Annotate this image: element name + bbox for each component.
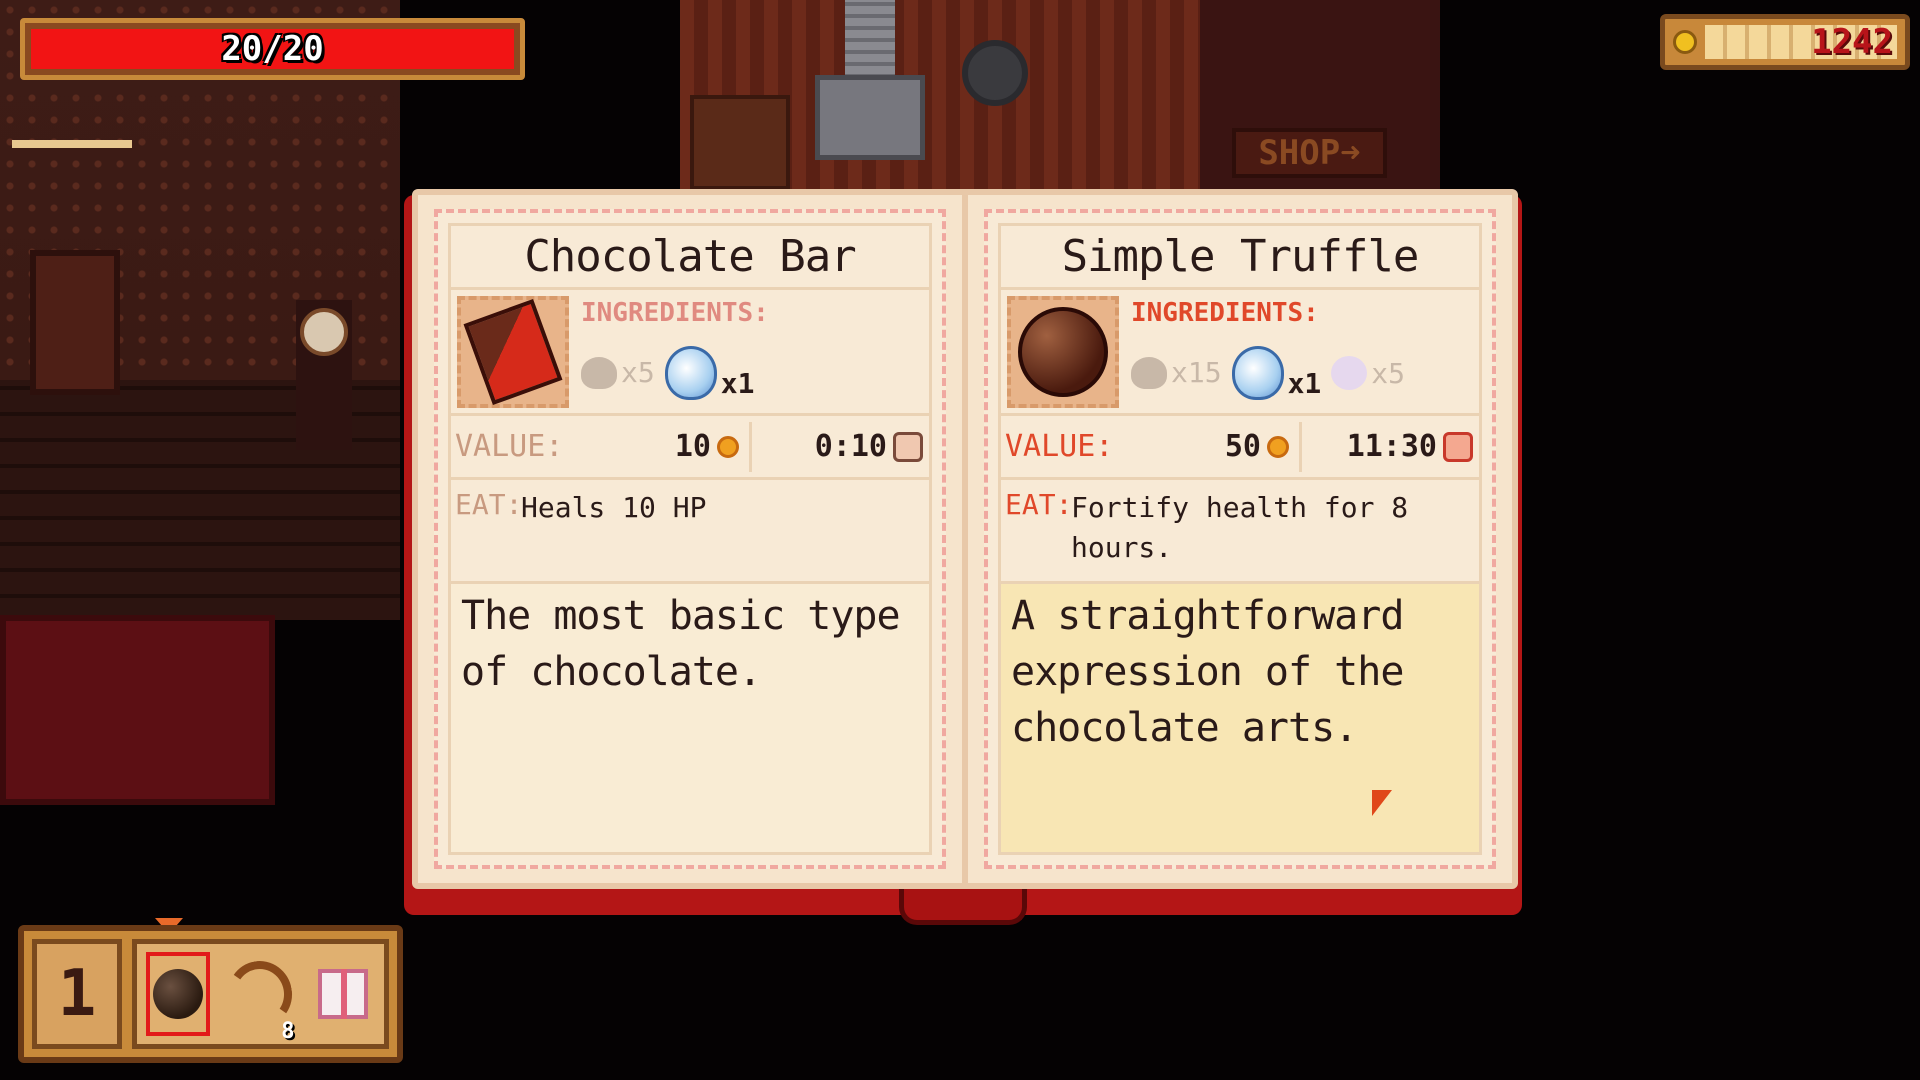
- recipe-book: Chocolate Bar INGREDIENTS: x5 x1 VALUE: …: [404, 185, 1522, 925]
- coin-icon: [1673, 30, 1697, 54]
- hotbar-page-slot[interactable]: 1: [32, 939, 122, 1049]
- truffle-icon: [153, 969, 204, 1019]
- ingredient-qty: x15: [1171, 356, 1222, 389]
- money-display: 1242: [1705, 22, 1897, 62]
- cocoa-bean-icon: [581, 357, 617, 389]
- frying-pan: [962, 40, 1028, 106]
- hotbar: 1 8: [18, 925, 403, 1063]
- mouse-cursor-icon: [1372, 790, 1392, 816]
- ingredient-qty: x1: [1287, 366, 1322, 400]
- clock-face-icon: [300, 308, 348, 356]
- recipe-description: A straightforward expression of the choc…: [1001, 584, 1479, 852]
- shop-sign[interactable]: SHOP➜: [1232, 128, 1387, 178]
- hotbar-page-number: 1: [57, 957, 97, 1031]
- craft-time: 0:10: [814, 429, 887, 464]
- clock-icon: [893, 431, 923, 462]
- health-text: 20/20: [221, 29, 324, 69]
- eat-effect: Fortify health for 8 hours.: [1071, 491, 1409, 564]
- ingredient-cocoa-bean: x15: [1131, 356, 1222, 389]
- recipe-icon-frame: [1007, 296, 1119, 408]
- ingredient-pearl: x5: [1331, 355, 1406, 390]
- door: [30, 250, 120, 395]
- money-counter: 1242: [1660, 14, 1910, 70]
- recipe-description: The most basic type of chocolate.: [451, 584, 929, 852]
- hotbar-slot-gift[interactable]: [311, 952, 375, 1036]
- chocolate-bar-icon: [463, 298, 563, 406]
- coin-icon: [717, 435, 739, 458]
- value-amount: 10: [674, 429, 711, 464]
- eat-effect: Heals 10 HP: [521, 491, 707, 524]
- value-amount: 50: [1224, 429, 1261, 464]
- value-label: VALUE:: [455, 429, 564, 464]
- eat-label: EAT:: [455, 488, 523, 521]
- craft-time: 11:30: [1346, 429, 1437, 464]
- rug: [0, 615, 275, 805]
- ingredients-label: INGREDIENTS:: [581, 298, 769, 328]
- cocoa-bean-icon: [1131, 357, 1167, 389]
- recipe-title: Chocolate Bar: [451, 226, 929, 290]
- coin-icon: [1267, 435, 1289, 458]
- ingredient-qty: x5: [1371, 356, 1406, 390]
- item-count: 8: [281, 1019, 295, 1044]
- health-bar: 20/20: [20, 18, 525, 80]
- ingredient-milk: x1: [1231, 345, 1322, 400]
- hotbar-slot-truffle[interactable]: [146, 952, 211, 1036]
- kitchen-shelf: [690, 95, 790, 190]
- ingredient-milk: x1: [664, 345, 755, 400]
- value-label: VALUE:: [1005, 429, 1114, 464]
- ingredients-label: INGREDIENTS:: [1131, 298, 1319, 328]
- truffle-icon: [1018, 307, 1108, 397]
- pearl-icon: [1331, 355, 1368, 390]
- eat-label: EAT:: [1005, 488, 1073, 521]
- milk-bottle-icon: [664, 345, 717, 400]
- ingredient-cocoa-bean: x5: [581, 356, 655, 389]
- ingredient-qty: x1: [720, 366, 755, 400]
- hotbar-items: 8: [132, 939, 389, 1049]
- milk-bottle-icon: [1231, 345, 1284, 400]
- money-amount: 1242: [1811, 22, 1893, 62]
- gift-box-icon: [317, 969, 368, 1019]
- hotbar-slot-bow[interactable]: 8: [223, 952, 298, 1044]
- ingredient-qty: x5: [621, 356, 655, 389]
- clock-icon: [1443, 431, 1473, 462]
- recipe-page-right[interactable]: Simple Truffle INGREDIENTS: x15 x1 x5 VA…: [962, 189, 1518, 889]
- chandelier: [12, 88, 132, 148]
- stove: [815, 75, 925, 160]
- recipe-title: Simple Truffle: [1001, 226, 1479, 290]
- health-bar-fill: 20/20: [31, 29, 514, 69]
- recipe-icon-frame: [457, 296, 569, 408]
- recipe-page-left[interactable]: Chocolate Bar INGREDIENTS: x5 x1 VALUE: …: [412, 189, 968, 889]
